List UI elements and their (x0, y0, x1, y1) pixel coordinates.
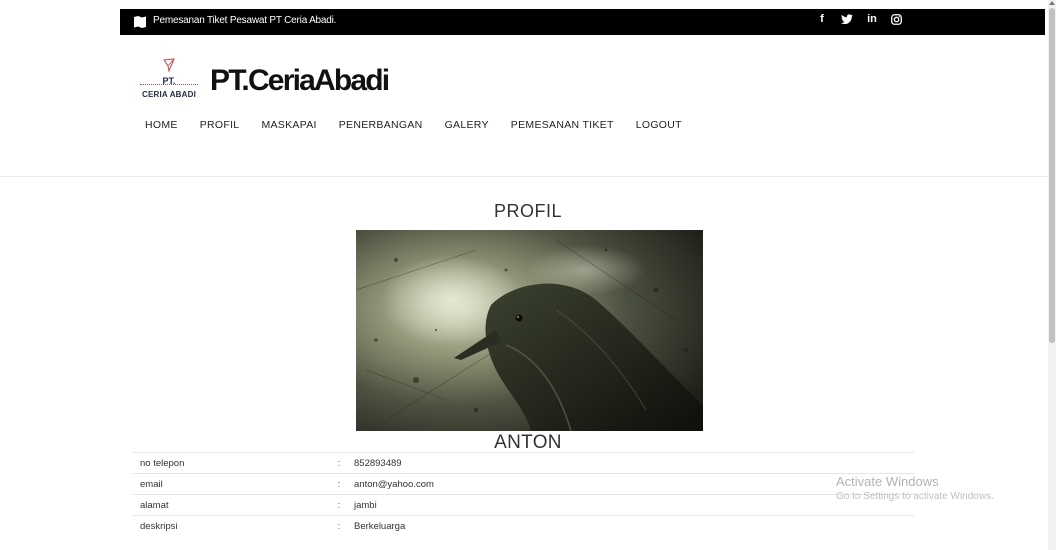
brand-title[interactable]: PT.CeriaAbadi (210, 64, 390, 98)
vertical-scrollbar[interactable] (1048, 0, 1056, 550)
linkedin-icon[interactable]: in (866, 13, 878, 25)
row-value: anton@yahoo.com (346, 473, 914, 495)
main-nav: HOME PROFIL MASKAPAI PENERBANGAN GALERY … (145, 119, 704, 131)
watermark-title: Activate Windows (836, 474, 939, 489)
top-bar-tagline: Pemesanan Tiket Pesawat PT Ceria Abadi. (153, 15, 337, 26)
row-separator: : (332, 452, 346, 474)
profile-details-table: no telepon : 852893489 email : anton@yah… (133, 452, 914, 536)
map-icon (134, 16, 146, 28)
nav-maskapai[interactable]: MASKAPAI (261, 119, 316, 131)
page-title: PROFIL (493, 201, 562, 221)
header-divider (0, 176, 1048, 177)
row-label: alamat (133, 494, 332, 516)
logo-company-text: CERIA ABADI (141, 90, 197, 99)
watermark-subtitle: Go to Settings to activate Windows. (836, 491, 994, 502)
profile-photo (356, 230, 703, 431)
facebook-icon[interactable]: f (816, 13, 828, 25)
row-separator: : (332, 515, 346, 536)
row-label: deskripsi (133, 515, 332, 536)
nav-home[interactable]: HOME (145, 119, 178, 131)
row-label: email (133, 473, 332, 495)
table-row: no telepon : 852893489 (133, 452, 914, 474)
row-label: no telepon (133, 452, 332, 474)
row-value: Berkeluarga (346, 515, 914, 536)
activate-windows-watermark: Activate Windows Go to Settings to activ… (836, 474, 994, 502)
company-logo[interactable]: PT. CERIA ABADI (138, 58, 200, 102)
row-value: 852893489 (346, 452, 914, 474)
nav-penerbangan[interactable]: PENERBANGAN (339, 119, 423, 131)
table-row: deskripsi : Berkeluarga (133, 515, 914, 536)
profile-name: ANTON (494, 432, 562, 453)
nav-profil[interactable]: PROFIL (200, 119, 240, 131)
instagram-icon[interactable] (891, 13, 903, 25)
logo-dots (140, 84, 198, 85)
scroll-up-arrow-icon[interactable] (1049, 1, 1055, 5)
nav-galery[interactable]: GALERY (445, 119, 489, 131)
nav-pemesanan-tiket[interactable]: PEMESANAN TIKET (511, 119, 614, 131)
top-bar: Pemesanan Tiket Pesawat PT Ceria Abadi. … (120, 9, 1045, 35)
scrollbar-thumb[interactable] (1049, 8, 1055, 343)
table-row: alamat : jambi (133, 494, 914, 516)
twitter-icon[interactable] (841, 13, 853, 25)
paper-plane-icon (163, 58, 175, 72)
social-links: f in (816, 13, 903, 25)
row-separator: : (332, 494, 346, 516)
table-row: email : anton@yahoo.com (133, 473, 914, 495)
nav-logout[interactable]: LOGOUT (636, 119, 682, 131)
row-separator: : (332, 473, 346, 495)
row-value: jambi (346, 494, 914, 516)
